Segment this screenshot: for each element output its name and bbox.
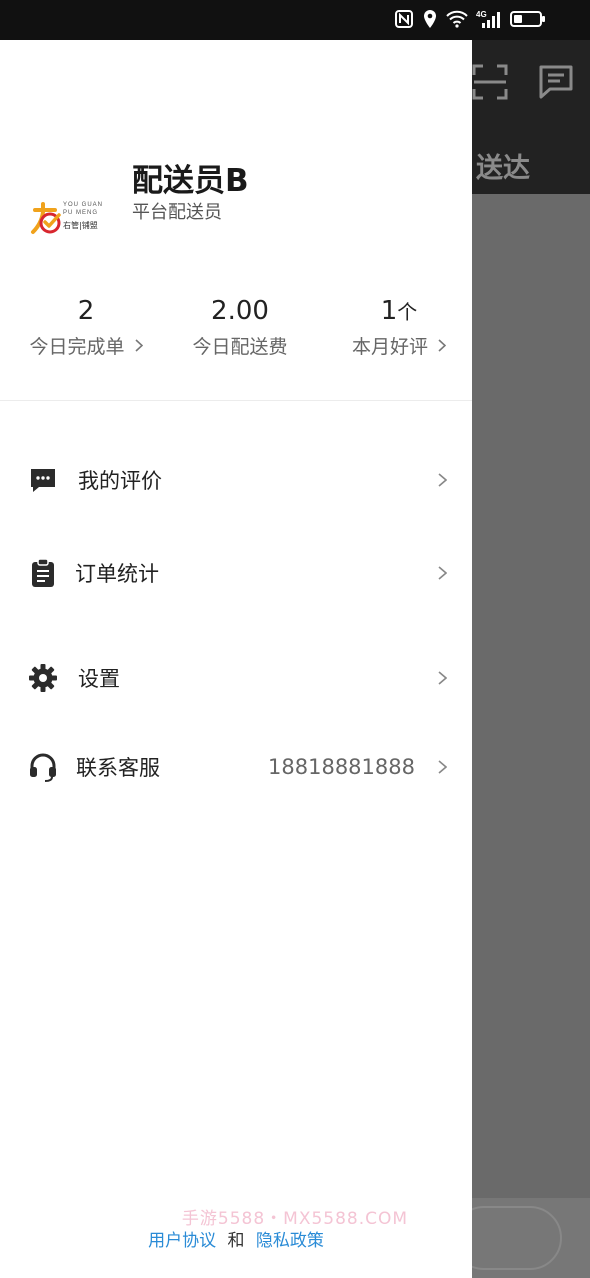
menu-item-my-reviews[interactable]: 我的评价 [0,445,472,515]
menu-label: 联系客服 [76,756,160,780]
logo-text-top: YOU GUAN [63,202,104,208]
footer-conjunction: 和 [227,1231,245,1251]
avatar[interactable]: YOU GUAN PU MENG 右管|铺盟 [26,177,112,263]
wifi-icon [446,10,468,28]
chevron-right-icon [438,339,446,352]
comment-icon [28,465,58,495]
side-drawer: YOU GUAN PU MENG 右管|铺盟 配送员B 平台配送员 2 今日完成… [0,40,472,1278]
chevron-right-icon [438,671,447,685]
svg-text:4G: 4G [476,10,487,19]
nfc-icon [394,9,414,29]
brand-logo: YOU GUAN PU MENG 右管|铺盟 [29,200,109,240]
headset-icon [28,752,58,782]
signal-4g-icon: 4G [476,9,502,29]
footer-links: 用户协议 和 隐私政策 [0,1226,472,1251]
location-icon [422,9,438,29]
clipboard-icon [28,558,58,588]
stat-label: 今日配送费 [192,336,288,358]
stat-delivery-fee: 2.00 今日配送费 [165,296,315,359]
user-agreement-link[interactable]: 用户协议 [148,1231,216,1251]
menu-item-order-stats[interactable]: 订单统计 [0,538,472,608]
menu-label: 我的评价 [78,469,162,493]
message-icon [538,64,574,100]
menu-label: 设置 [78,667,120,691]
stats-row: 2 今日完成单 2.00 今日配送费 1个 本月好评 [0,296,472,400]
status-bar: 4G [0,0,590,40]
background-title: 送达 [476,153,530,184]
chevron-right-icon [438,760,447,774]
stat-label: 今日完成单 [29,332,143,359]
stat-label: 本月好评 [352,332,446,359]
stat-value: 2.00 [211,296,269,326]
battery-icon [510,9,546,29]
watermark: 手游5588・MX5588.COM [181,1209,409,1229]
stat-value: 1个 [380,296,418,326]
menu-item-customer-service[interactable]: 联系客服 18818881888 [0,732,472,802]
privacy-policy-link[interactable]: 隐私政策 [256,1231,324,1251]
profile-role: 平台配送员 [132,202,222,223]
divider [0,400,472,401]
logo-text-mid: PU MENG [63,210,99,216]
chevron-right-icon [438,566,447,580]
stat-value: 2 [77,296,95,326]
gear-icon [28,663,58,693]
chevron-right-icon [134,339,143,352]
menu-item-settings[interactable]: 设置 [0,643,472,713]
menu-label: 订单统计 [75,562,159,586]
stat-completed-orders[interactable]: 2 今日完成单 [11,296,161,359]
customer-service-phone: 18818881888 [268,755,415,779]
stat-positive-reviews[interactable]: 1个 本月好评 [324,296,472,359]
chevron-right-icon [438,473,447,487]
logo-text-bottom: 右管|铺盟 [63,221,98,230]
scan-icon [472,64,508,100]
profile-name: 配送员B [132,163,249,199]
